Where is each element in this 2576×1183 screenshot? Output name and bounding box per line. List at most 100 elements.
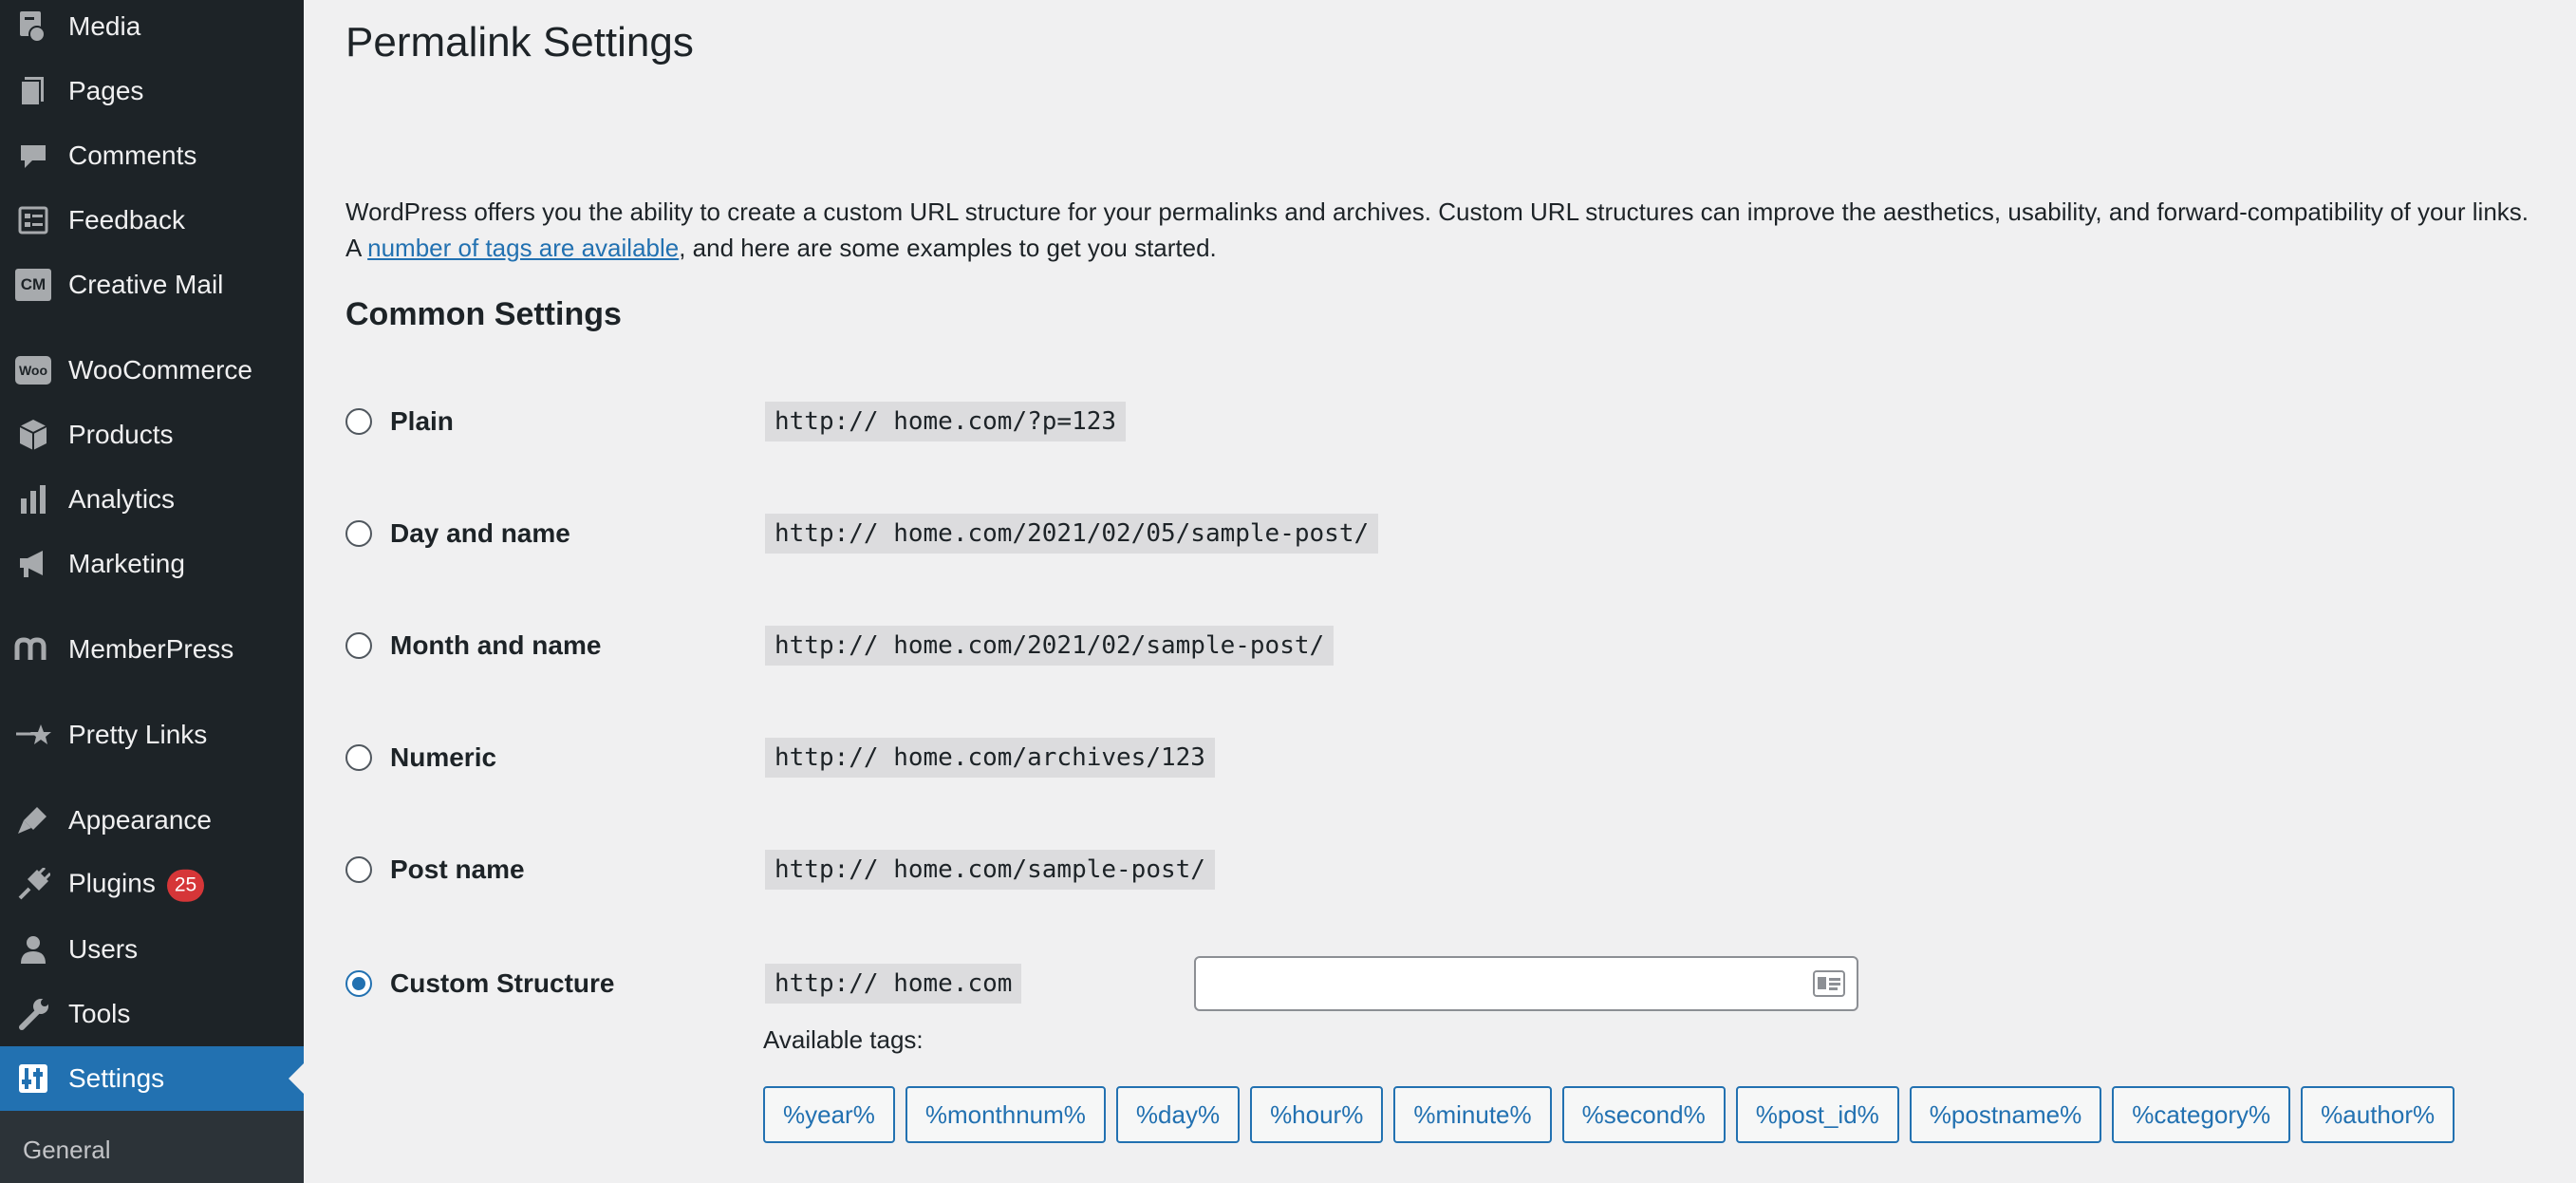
tag-button-postname[interactable]: %postname% bbox=[1909, 1086, 2102, 1143]
settings-submenu: General bbox=[0, 1111, 304, 1183]
comments-icon bbox=[13, 136, 53, 176]
sidebar-item-label: Creative Mail bbox=[68, 270, 224, 299]
sidebar-item-label: Users bbox=[68, 934, 139, 964]
tag-button-author[interactable]: %author% bbox=[2301, 1086, 2455, 1143]
example-url: http:// home.com/2021/02/sample-post/ bbox=[765, 626, 1335, 666]
sidebar-item-media[interactable]: Media bbox=[0, 0, 304, 53]
sidebar-item-label: Comments bbox=[68, 141, 197, 170]
tools-icon bbox=[13, 994, 53, 1034]
sidebar-item-products[interactable]: Products bbox=[0, 406, 304, 463]
users-icon bbox=[13, 930, 53, 969]
sidebar-item-marketing[interactable]: Marketing bbox=[0, 535, 304, 592]
sidebar-item-tools[interactable]: Tools bbox=[0, 986, 304, 1042]
sidebar-item-pretty-links[interactable]: Pretty Links bbox=[0, 706, 304, 763]
analytics-icon bbox=[13, 479, 53, 519]
tag-buttons: %year% %monthnum% %day% %hour% %minute% … bbox=[763, 1086, 2455, 1143]
sidebar-item-appearance[interactable]: Appearance bbox=[0, 792, 304, 849]
plugins-label-text: Plugins bbox=[68, 868, 156, 898]
sidebar-item-label: Analytics bbox=[68, 484, 176, 514]
custom-url-prefix: http:// home.com bbox=[765, 964, 1022, 1004]
sidebar-item-label: Media bbox=[68, 11, 141, 41]
admin-sidebar: Media Pages Comments Feedback CM Creativ… bbox=[0, 0, 304, 1183]
custom-structure-input[interactable] bbox=[1194, 956, 1858, 1011]
sidebar-item-comments[interactable]: Comments bbox=[0, 127, 304, 184]
wp-admin-screen: Media Pages Comments Feedback CM Creativ… bbox=[0, 0, 2576, 1183]
option-label[interactable]: Numeric bbox=[390, 742, 496, 773]
sidebar-item-label: WooCommerce bbox=[68, 355, 252, 385]
permalink-option-day-and-name[interactable]: Day and name http:// home.com/2021/02/05… bbox=[345, 505, 2529, 562]
pages-icon bbox=[13, 71, 53, 111]
tag-button-category[interactable]: %category% bbox=[2112, 1086, 2291, 1143]
radio-post-name[interactable] bbox=[345, 856, 372, 883]
tag-button-monthnum[interactable]: %monthnum% bbox=[905, 1086, 1106, 1143]
sidebar-item-label: Products bbox=[68, 420, 174, 449]
permalink-option-numeric[interactable]: Numeric http:// home.com/archives/123 bbox=[345, 729, 2529, 786]
option-label[interactable]: Post name bbox=[390, 854, 525, 885]
tag-button-post-id[interactable]: %post_id% bbox=[1735, 1086, 1899, 1143]
main-content: Permalink Settings WordPress offers you … bbox=[345, 0, 2557, 1183]
sidebar-item-label: Pages bbox=[68, 76, 144, 105]
feedback-icon bbox=[13, 200, 53, 240]
submenu-item-general[interactable]: General bbox=[23, 1136, 111, 1165]
settings-icon bbox=[13, 1059, 53, 1098]
tag-button-year[interactable]: %year% bbox=[763, 1086, 895, 1143]
section-title: Common Settings bbox=[345, 296, 622, 332]
radio-day-and-name[interactable] bbox=[345, 520, 372, 547]
marketing-icon bbox=[13, 544, 53, 584]
memberpress-icon bbox=[13, 629, 53, 669]
woocommerce-icon: Woo bbox=[13, 350, 53, 390]
intro-text-after: , and here are some examples to get you … bbox=[679, 234, 1217, 262]
available-tags-link[interactable]: number of tags are available bbox=[367, 234, 679, 262]
sidebar-item-label: Tools bbox=[68, 999, 131, 1028]
example-url: http:// home.com/sample-post/ bbox=[765, 850, 1215, 890]
sidebar-item-label: Marketing bbox=[68, 549, 185, 578]
permalink-option-custom-structure[interactable]: Custom Structure http:// home.com bbox=[345, 955, 2529, 1012]
radio-numeric[interactable] bbox=[345, 744, 372, 771]
tag-button-second[interactable]: %second% bbox=[1561, 1086, 1726, 1143]
sidebar-item-analytics[interactable]: Analytics bbox=[0, 471, 304, 528]
page-title: Permalink Settings bbox=[345, 19, 694, 66]
creative-mail-logo-text: CM bbox=[15, 269, 51, 301]
option-label[interactable]: Day and name bbox=[390, 518, 570, 549]
sidebar-item-label: MemberPress bbox=[68, 634, 234, 664]
available-tags-label: Available tags: bbox=[763, 1025, 924, 1054]
sidebar-item-settings[interactable]: Settings bbox=[0, 1046, 304, 1111]
permalink-option-month-and-name[interactable]: Month and name http:// home.com/2021/02/… bbox=[345, 617, 2529, 674]
woocommerce-logo-text: Woo bbox=[15, 356, 51, 385]
products-icon bbox=[13, 415, 53, 455]
tag-button-hour[interactable]: %hour% bbox=[1250, 1086, 1384, 1143]
radio-custom-structure[interactable] bbox=[345, 970, 372, 997]
sidebar-item-label: Feedback bbox=[68, 205, 185, 235]
sidebar-item-memberpress[interactable]: MemberPress bbox=[0, 621, 304, 678]
intro-paragraph: WordPress offers you the ability to crea… bbox=[345, 194, 2548, 266]
sidebar-item-woocommerce[interactable]: Woo WooCommerce bbox=[0, 342, 304, 399]
sidebar-item-label: Settings bbox=[68, 1063, 165, 1093]
permalink-option-post-name[interactable]: Post name http:// home.com/sample-post/ bbox=[345, 841, 2529, 898]
sidebar-item-pages[interactable]: Pages bbox=[0, 63, 304, 120]
plugins-icon bbox=[13, 865, 53, 905]
option-label[interactable]: Custom Structure bbox=[390, 968, 614, 999]
pretty-links-icon bbox=[13, 715, 53, 755]
sidebar-item-plugins[interactable]: Plugins 25 bbox=[0, 856, 304, 913]
sidebar-item-feedback[interactable]: Feedback bbox=[0, 192, 304, 249]
radio-month-and-name[interactable] bbox=[345, 632, 372, 659]
sidebar-item-label: Plugins 25 bbox=[68, 868, 205, 902]
contact-card-icon bbox=[1813, 969, 1845, 998]
example-url: http:// home.com/2021/02/05/sample-post/ bbox=[765, 514, 1379, 554]
sidebar-item-label: Appearance bbox=[68, 805, 213, 835]
tag-button-minute[interactable]: %minute% bbox=[1393, 1086, 1552, 1143]
option-label[interactable]: Plain bbox=[390, 406, 454, 437]
sidebar-item-creative-mail[interactable]: CM Creative Mail bbox=[0, 256, 304, 313]
example-url: http:// home.com/?p=123 bbox=[765, 402, 1127, 441]
media-icon bbox=[13, 7, 53, 47]
tag-button-day[interactable]: %day% bbox=[1115, 1086, 1241, 1143]
radio-plain[interactable] bbox=[345, 408, 372, 435]
example-url: http:// home.com/archives/123 bbox=[765, 738, 1215, 778]
creative-mail-icon: CM bbox=[13, 265, 53, 305]
plugins-update-badge: 25 bbox=[166, 869, 205, 902]
appearance-icon bbox=[13, 800, 53, 840]
sidebar-item-users[interactable]: Users bbox=[0, 921, 304, 978]
option-label[interactable]: Month and name bbox=[390, 630, 601, 661]
sidebar-item-label: Pretty Links bbox=[68, 720, 208, 749]
permalink-option-plain[interactable]: Plain http:// home.com/?p=123 bbox=[345, 393, 2529, 450]
